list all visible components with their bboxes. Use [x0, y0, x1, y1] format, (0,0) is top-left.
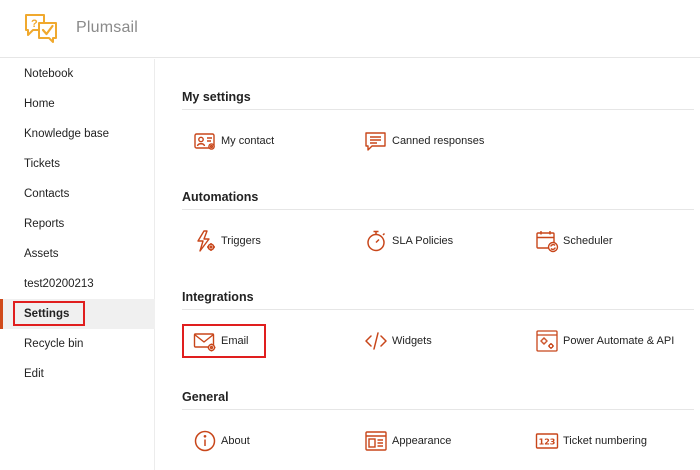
tile-appearance[interactable]: Appearance	[364, 429, 484, 455]
section-title-automations: Automations	[182, 190, 259, 204]
section-divider	[182, 209, 694, 210]
tile-about[interactable]: About	[193, 429, 293, 455]
contact-card-icon	[194, 133, 215, 150]
lightning-gear-icon	[197, 230, 215, 252]
tile-label: Widgets	[392, 335, 432, 347]
sidebar-nav: Notebook Home Knowledge base Tickets Con…	[0, 59, 155, 470]
settings-panel: My settings My contact Canned responses …	[155, 59, 700, 470]
sidebar-item-test20200213[interactable]: test20200213	[0, 269, 155, 299]
sidebar-item-label: Notebook	[24, 68, 74, 80]
sidebar-item-notebook[interactable]: Notebook	[0, 59, 155, 89]
tile-label: Canned responses	[392, 135, 485, 147]
app-header: ? Plumsail	[0, 0, 700, 58]
sidebar-item-label: test20200213	[24, 278, 94, 290]
section-title-integrations: Integrations	[182, 290, 254, 304]
code-brackets-icon	[365, 332, 387, 350]
plumsail-logo-icon[interactable]: ?	[24, 13, 58, 43]
section-divider	[182, 309, 694, 310]
tile-label: About	[221, 435, 250, 447]
sidebar-item-recycle-bin[interactable]: Recycle bin	[0, 329, 155, 359]
sidebar-item-label: Contacts	[24, 188, 70, 200]
sidebar-item-label: Reports	[24, 218, 65, 230]
calendar-refresh-icon	[536, 231, 559, 253]
sidebar-item-contacts[interactable]: Contacts	[0, 179, 155, 209]
layout-window-icon	[365, 431, 387, 451]
brand-name: Plumsail	[76, 19, 139, 36]
email-highlight-box	[182, 324, 266, 358]
settings-highlight-box	[13, 301, 85, 326]
sidebar-item-label: Recycle bin	[24, 338, 84, 350]
sidebar-item-tickets[interactable]: Tickets	[0, 149, 155, 179]
tile-sla-policies[interactable]: SLA Policies	[364, 229, 484, 255]
tile-power-automate-api[interactable]: Power Automate & API	[535, 329, 685, 355]
section-title-general: General	[182, 390, 229, 404]
tile-widgets[interactable]: Widgets	[364, 329, 464, 355]
window-gears-icon	[536, 330, 558, 352]
tile-label: Power Automate & API	[563, 335, 675, 347]
section-divider	[182, 109, 694, 110]
section-title-my-settings: My settings	[182, 90, 251, 104]
sidebar-item-knowledge-base[interactable]: Knowledge base	[0, 119, 155, 149]
tile-label: Scheduler	[563, 235, 613, 247]
sidebar-item-assets[interactable]: Assets	[0, 239, 155, 269]
info-circle-icon	[194, 430, 216, 452]
tile-my-contact[interactable]: My contact	[193, 129, 313, 155]
svg-text:123: 123	[539, 437, 556, 446]
section-divider	[182, 409, 694, 410]
tile-label: Triggers	[221, 235, 261, 247]
tile-canned-responses[interactable]: Canned responses	[364, 129, 524, 155]
stopwatch-icon	[367, 230, 386, 252]
tile-label: SLA Policies	[392, 235, 454, 247]
tile-scheduler[interactable]: Scheduler	[535, 229, 655, 255]
numbers-123-icon: 123	[535, 433, 559, 449]
tile-label: Ticket numbering	[563, 435, 647, 447]
sidebar-item-label: Edit	[24, 368, 44, 380]
sidebar-item-label: Assets	[24, 248, 59, 260]
tile-label: My contact	[221, 135, 275, 147]
sidebar-item-label: Tickets	[24, 158, 60, 170]
sidebar-item-home[interactable]: Home	[0, 89, 155, 119]
sidebar-item-reports[interactable]: Reports	[0, 209, 155, 239]
tile-ticket-numbering[interactable]: 123 Ticket numbering	[535, 429, 685, 455]
sidebar-item-edit[interactable]: Edit	[0, 359, 155, 389]
chat-lines-icon	[365, 132, 386, 151]
sidebar-item-label: Home	[24, 98, 55, 110]
sidebar-item-label: Knowledge base	[24, 128, 110, 140]
tile-label: Appearance	[392, 435, 452, 447]
svg-text:?: ?	[31, 18, 38, 30]
tile-triggers[interactable]: Triggers	[193, 229, 313, 255]
